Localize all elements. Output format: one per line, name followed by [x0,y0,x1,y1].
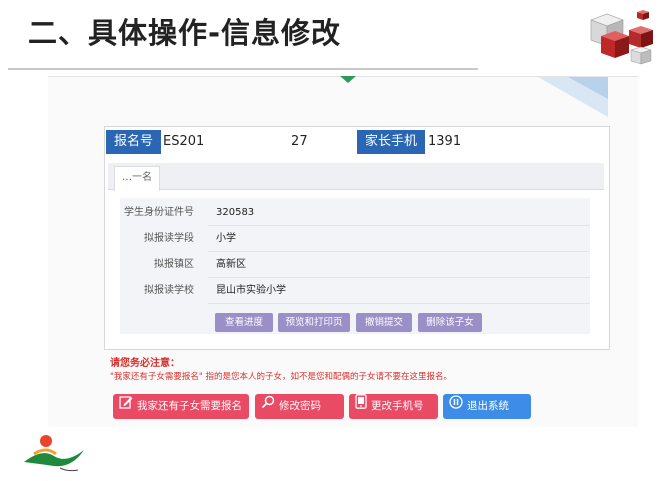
child-tabbar [108,163,604,190]
edit-icon [119,394,133,419]
slide-title: 二、具体操作-信息修改 [28,16,342,50]
add-child-label: 我家还有子女需要报名 [137,400,242,412]
change-password-button[interactable]: 修改密码 [255,394,344,419]
notice-text: "我家还有子女需要报名" 指的是您本人的子女，如不是您和配偶的子女请不要在这里报… [110,372,453,382]
reg-no-label: 报名号 [106,130,162,154]
row-label: 拟报镇区 [154,259,194,270]
row-divider [208,303,590,304]
row-label: 拟报读学校 [144,285,194,296]
preview-print-button[interactable]: 预览和打印页 [278,313,350,332]
organization-logo-icon [24,435,84,472]
row-label: 拟报读学段 [144,233,194,244]
row-value: 320583 [216,207,255,218]
row-value: 小学 [216,233,236,244]
phone-icon [355,394,367,419]
title-divider [8,68,478,70]
add-child-button[interactable]: 我家还有子女需要报名 [113,394,249,419]
change-phone-button[interactable]: 更改手机号 [349,394,438,419]
pause-exit-icon [449,394,463,419]
withdraw-submission-button[interactable]: 撤销提交 [356,313,412,332]
row-value: 高新区 [216,259,246,270]
logout-button[interactable]: 退出系统 [443,394,531,419]
change-phone-label: 更改手机号 [371,400,424,412]
corner-decoration-icon [538,77,608,117]
delete-child-button[interactable]: 删除该子女 [418,313,482,332]
cubes-decoration-icon [590,10,653,65]
tab-child-1[interactable]: …一名 [114,166,160,191]
view-progress-button[interactable]: 查看进度 [215,313,273,332]
reg-no-value: ES201 27 [163,134,308,149]
row-value: 昆山市实验小学 [216,285,286,296]
logout-label: 退出系统 [467,400,509,412]
parent-phone-value: 1391 [428,134,528,149]
row-school-stage: 拟报读学段 小学 [120,226,590,252]
change-password-label: 修改密码 [279,400,321,412]
row-id-number: 学生身份证件号 320583 [120,200,590,226]
parent-phone-label: 家长手机 [357,130,426,154]
pointer-marker-icon [340,76,356,83]
row-school: 拟报读学校 昆山市实验小学 [120,278,590,304]
notice-title: 请您务必注意： [110,358,180,369]
search-key-icon [261,394,275,419]
row-label: 学生身份证件号 [124,207,194,218]
row-district: 拟报镇区 高新区 [120,252,590,278]
